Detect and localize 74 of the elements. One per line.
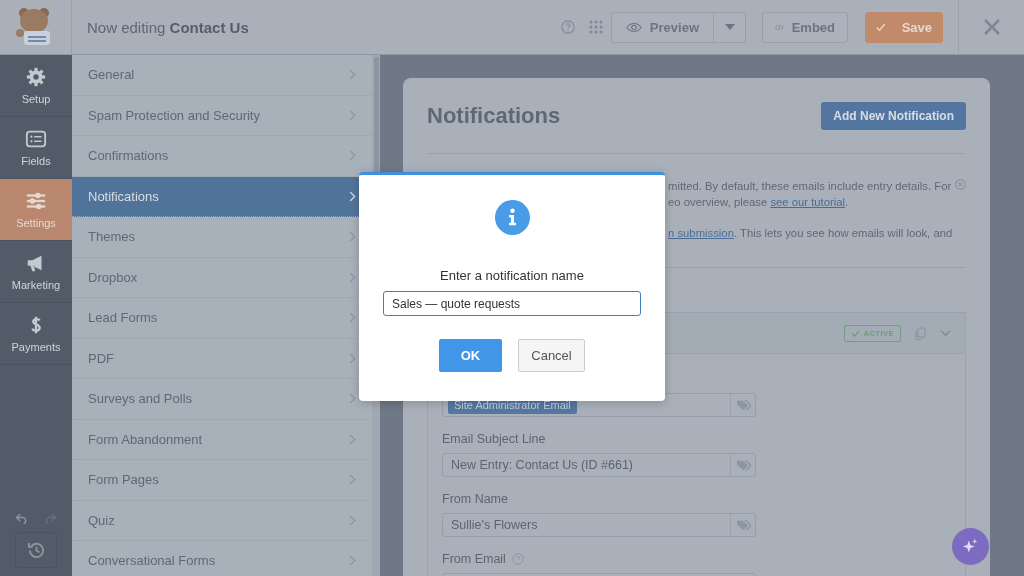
menu-item-label: Form Pages <box>88 472 159 488</box>
chevron-right-icon <box>349 433 356 445</box>
close-icon[interactable] <box>983 19 1000 35</box>
editing-title: Now editing Contact Us <box>87 18 250 36</box>
chevron-right-icon <box>349 150 356 162</box>
preview-dropdown-button[interactable] <box>714 11 746 43</box>
menu-item-label: Dropbox <box>88 269 138 285</box>
cancel-button[interactable]: Cancel <box>518 339 585 372</box>
chevron-right-icon <box>349 352 356 364</box>
chevron-right-icon <box>349 69 356 81</box>
menu-item-label: Lead Forms <box>88 310 158 326</box>
help-icon[interactable] <box>511 552 524 565</box>
chevron-right-icon <box>349 474 356 486</box>
dismiss-icon[interactable] <box>955 179 966 190</box>
chevron-right-icon <box>349 514 356 526</box>
history-button[interactable] <box>15 532 57 568</box>
chevron-right-icon <box>349 109 356 121</box>
ok-button[interactable]: OK <box>439 339 502 372</box>
rail-label: Fields <box>21 155 51 167</box>
chevron-right-icon <box>349 393 356 405</box>
tags-icon[interactable] <box>735 518 751 532</box>
menu-item-label: Spam Protection and Security <box>88 107 260 123</box>
info-icon <box>494 200 530 235</box>
chevron-right-icon <box>349 312 356 324</box>
menu-item-label: Quiz <box>88 512 115 528</box>
checkmark-icon <box>876 21 886 33</box>
gear-icon <box>25 66 47 88</box>
rail-label: Settings <box>16 217 56 229</box>
menu-item-label: Conversational Forms <box>88 553 216 569</box>
chevron-right-icon <box>349 555 356 567</box>
list-icon <box>25 128 47 150</box>
copy-icon[interactable] <box>915 326 926 340</box>
rail-label: Marketing <box>11 279 61 291</box>
menu-item-label: General <box>88 67 135 83</box>
help-icon[interactable] <box>560 20 575 34</box>
chevron-right-icon <box>349 231 356 243</box>
tutorial-link[interactable]: n submission <box>668 227 734 239</box>
chevron-right-icon <box>349 271 356 283</box>
tags-icon[interactable] <box>735 458 751 472</box>
notice-text: n submission. This lets you see how emails will look, and <box>668 226 953 241</box>
menu-item-label: Confirmations <box>88 148 169 164</box>
rail-label: Setup <box>21 93 51 105</box>
notice-text: eo overview, please see our tutorial. <box>668 195 849 210</box>
field-label: Email Subject Line <box>442 431 546 446</box>
menu-item-label: Themes <box>88 229 135 245</box>
menu-item-label: Notifications <box>88 188 159 204</box>
eye-icon <box>625 21 642 33</box>
checkmark-icon <box>851 329 861 337</box>
input-field[interactable]: New Entry: Contact Us (ID #661) <box>442 453 756 477</box>
sliders-icon <box>25 190 47 212</box>
field-label: From Email <box>442 551 506 566</box>
menu-item-label: PDF <box>88 350 114 366</box>
rail-label: Payments <box>11 341 61 353</box>
dialog-prompt: Enter a notification name <box>440 268 584 283</box>
card-title: Notifications <box>427 102 561 129</box>
undo-icon[interactable] <box>15 513 29 524</box>
preview-button[interactable]: Preview <box>610 11 714 43</box>
grid-icon[interactable] <box>588 20 603 34</box>
notice-text: mitted. By default, these emails include entry details. For <box>668 179 952 194</box>
notification-name-field[interactable]: Sales — quote requests <box>383 291 641 316</box>
menu-item-label: Form Abandonment <box>88 431 203 447</box>
caret-icon <box>724 24 735 30</box>
sparkle-icon <box>962 538 979 555</box>
tags-icon[interactable] <box>735 398 751 412</box>
rail-item[interactable]: Settings <box>0 179 72 241</box>
add-notification-button[interactable]: Add New Notification <box>821 101 966 130</box>
chevron-right-icon <box>349 190 356 202</box>
field-label: From Name <box>442 491 508 506</box>
embed-button[interactable]: Embed <box>762 11 848 43</box>
input-field[interactable]: Sullie's Flowers <box>442 513 756 537</box>
history-icon <box>26 540 46 560</box>
menu-item-label: Surveys and Polls <box>88 391 193 407</box>
chevron-down-icon[interactable] <box>940 329 951 337</box>
save-button[interactable]: Save <box>865 11 943 43</box>
